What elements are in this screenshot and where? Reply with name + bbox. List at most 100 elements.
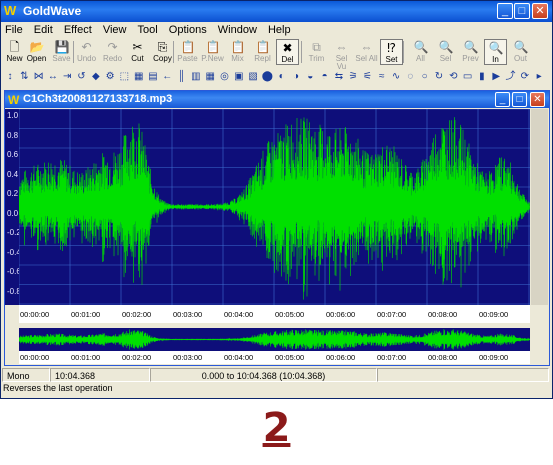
toolbar-separator xyxy=(301,41,302,63)
goldwave-app-icon: W xyxy=(4,3,17,18)
effect-tool-icon[interactable]: ⤴ xyxy=(504,69,518,84)
toolbar-button-label: Repl xyxy=(254,54,271,63)
effect-tool-icon[interactable]: ↺ xyxy=(75,69,89,84)
paste-new-icon: 📋 xyxy=(205,40,221,54)
effect-tool-icon[interactable]: ▧ xyxy=(246,69,260,84)
redo-button[interactable]: ↷ Redo xyxy=(101,39,124,65)
effect-tool-icon[interactable]: ○ xyxy=(418,69,432,84)
effect-tool-icon[interactable]: ↕ xyxy=(3,69,17,84)
close-button[interactable]: ✕ xyxy=(532,3,548,19)
effect-tool-icon[interactable]: ↻ xyxy=(432,69,446,84)
time-tick-label: 00:07:00 xyxy=(377,310,407,319)
effect-tool-icon[interactable]: ← xyxy=(160,69,174,84)
menu-bar: File Edit Effect View Tool Options Windo… xyxy=(1,22,552,38)
menu-edit[interactable]: Edit xyxy=(30,22,57,38)
sel-vu-button[interactable]: ⇔ Sel Vu xyxy=(330,39,353,71)
select-view-icon: ⇔ xyxy=(335,40,348,54)
effect-tool-icon[interactable]: ▭ xyxy=(461,69,475,84)
effect-tool-icon[interactable]: ▸ xyxy=(532,69,546,84)
menu-view[interactable]: View xyxy=(99,22,131,38)
effect-tool-icon[interactable]: ◒ xyxy=(303,69,317,84)
amplitude-tick-label: 1.0 xyxy=(7,111,19,120)
menu-help[interactable]: Help xyxy=(264,22,295,38)
doc-close-button[interactable]: ✕ xyxy=(530,92,545,107)
del-button[interactable]: ✖ Del xyxy=(276,39,299,65)
menu-options[interactable]: Options xyxy=(165,22,211,38)
overview-time-tick-label: 00:06:00 xyxy=(326,353,356,362)
effect-tool-icon[interactable]: ◑ xyxy=(289,69,303,84)
toolbar-separator xyxy=(73,41,74,63)
effect-tool-icon[interactable]: ⟳ xyxy=(518,69,532,84)
menu-effect[interactable]: Effect xyxy=(60,22,96,38)
set-button[interactable]: ⁉ Set xyxy=(380,39,403,65)
waveform-view[interactable] xyxy=(19,109,530,305)
trim-button[interactable]: ⧉ Trim xyxy=(305,39,328,65)
vertical-scrollbar[interactable] xyxy=(531,109,548,305)
copy-button[interactable]: ⎘ Copy xyxy=(151,39,174,65)
overview-time-tick-label: 00:08:00 xyxy=(428,353,458,362)
effect-tool-icon[interactable]: ⋈ xyxy=(32,69,46,84)
effect-tool-icon[interactable]: ⚟ xyxy=(361,69,375,84)
effect-tool-icon[interactable]: ⬤ xyxy=(260,69,274,84)
effect-tool-icon[interactable]: ▤ xyxy=(146,69,160,84)
save-button[interactable]: 💾 Save xyxy=(50,39,73,65)
zoom-out-icon: 🔍 xyxy=(513,40,529,54)
effect-tool-icon[interactable]: ↔ xyxy=(46,69,60,84)
overview-time-tick-label: 00:02:00 xyxy=(122,353,152,362)
p-new-button[interactable]: 📋 P.New xyxy=(201,39,224,65)
all-button[interactable]: 🔍 All xyxy=(409,39,432,65)
effect-tool-icon[interactable]: ▦ xyxy=(132,69,146,84)
trim-icon: ⧉ xyxy=(312,40,321,54)
zoom-in-icon: 🔍 xyxy=(488,41,504,55)
new-button[interactable]: 🗋 New xyxy=(3,39,26,65)
open-button[interactable]: 📂 Open xyxy=(25,39,48,65)
effect-tool-icon[interactable]: ▦ xyxy=(203,69,217,84)
copy-icon: ⎘ xyxy=(157,40,168,54)
menu-file[interactable]: File xyxy=(1,22,27,38)
maximize-button[interactable]: □ xyxy=(514,3,530,19)
mix-button[interactable]: 📋 Mix xyxy=(226,39,249,65)
effect-tool-icon[interactable]: ⚞ xyxy=(346,69,360,84)
title-bar[interactable]: W GoldWave _ □ ✕ xyxy=(1,1,552,22)
doc-maximize-button[interactable]: □ xyxy=(512,92,527,107)
effect-tool-icon[interactable]: ▥ xyxy=(189,69,203,84)
status-extra xyxy=(377,368,549,382)
sel-all-button[interactable]: ⇔ Sel All xyxy=(355,39,378,65)
in-button[interactable]: 🔍 In xyxy=(484,39,507,65)
doc-minimize-button[interactable]: _ xyxy=(495,92,510,107)
effect-tool-icon[interactable]: ◌ xyxy=(403,69,417,84)
menu-window[interactable]: Window xyxy=(214,22,261,38)
menu-tool[interactable]: Tool xyxy=(134,22,162,38)
undo-button[interactable]: ↶ Undo xyxy=(75,39,98,65)
prev-button[interactable]: 🔍 Prev xyxy=(459,39,482,65)
amplitude-tick-label: 0.0 xyxy=(7,208,19,218)
effect-tool-icon[interactable]: ⟲ xyxy=(446,69,460,84)
effect-tool-icon[interactable]: ║ xyxy=(175,69,189,84)
effect-tool-icon[interactable]: ∿ xyxy=(389,69,403,84)
sel-button[interactable]: 🔍 Sel xyxy=(434,39,457,65)
effect-tool-icon[interactable]: ▶ xyxy=(489,69,503,84)
time-tick-label: 00:06:00 xyxy=(326,310,356,319)
effect-tool-icon[interactable]: ◎ xyxy=(218,69,232,84)
overview-waveform[interactable]: 00:00:00 00:01:00 00:02:00 00:03:00 00:04:00… xyxy=(18,328,531,364)
toolbar-separator xyxy=(403,41,404,63)
effect-tool-icon[interactable]: ⇆ xyxy=(332,69,346,84)
effect-tool-icon[interactable]: ⚙ xyxy=(103,69,117,84)
document-title-bar[interactable]: W C1Ch3t20081127133718.mp3 _ □ ✕ xyxy=(5,91,549,108)
cut-button[interactable]: ✂ Cut xyxy=(126,39,149,65)
effect-tool-icon[interactable]: ≈ xyxy=(375,69,389,84)
repl-button[interactable]: 📋 Repl xyxy=(251,39,274,65)
paste-button[interactable]: 📋 Paste xyxy=(176,39,199,65)
amplitude-tick-label: 0.8 xyxy=(7,130,19,140)
effect-tool-icon[interactable]: ⇥ xyxy=(60,69,74,84)
effect-tool-icon[interactable]: ⬚ xyxy=(117,69,131,84)
out-button[interactable]: 🔍 Out xyxy=(509,39,532,65)
effect-tool-icon[interactable]: ▮ xyxy=(475,69,489,84)
effect-tool-icon[interactable]: ◓ xyxy=(318,69,332,84)
effect-tool-icon[interactable]: ◆ xyxy=(89,69,103,84)
effect-tool-icon[interactable]: ◐ xyxy=(275,69,289,84)
effect-tool-icon[interactable]: ⇅ xyxy=(17,69,31,84)
minimize-button[interactable]: _ xyxy=(497,3,513,19)
zoom-prev-icon: 🔍 xyxy=(463,40,479,54)
effect-tool-icon[interactable]: ▣ xyxy=(232,69,246,84)
